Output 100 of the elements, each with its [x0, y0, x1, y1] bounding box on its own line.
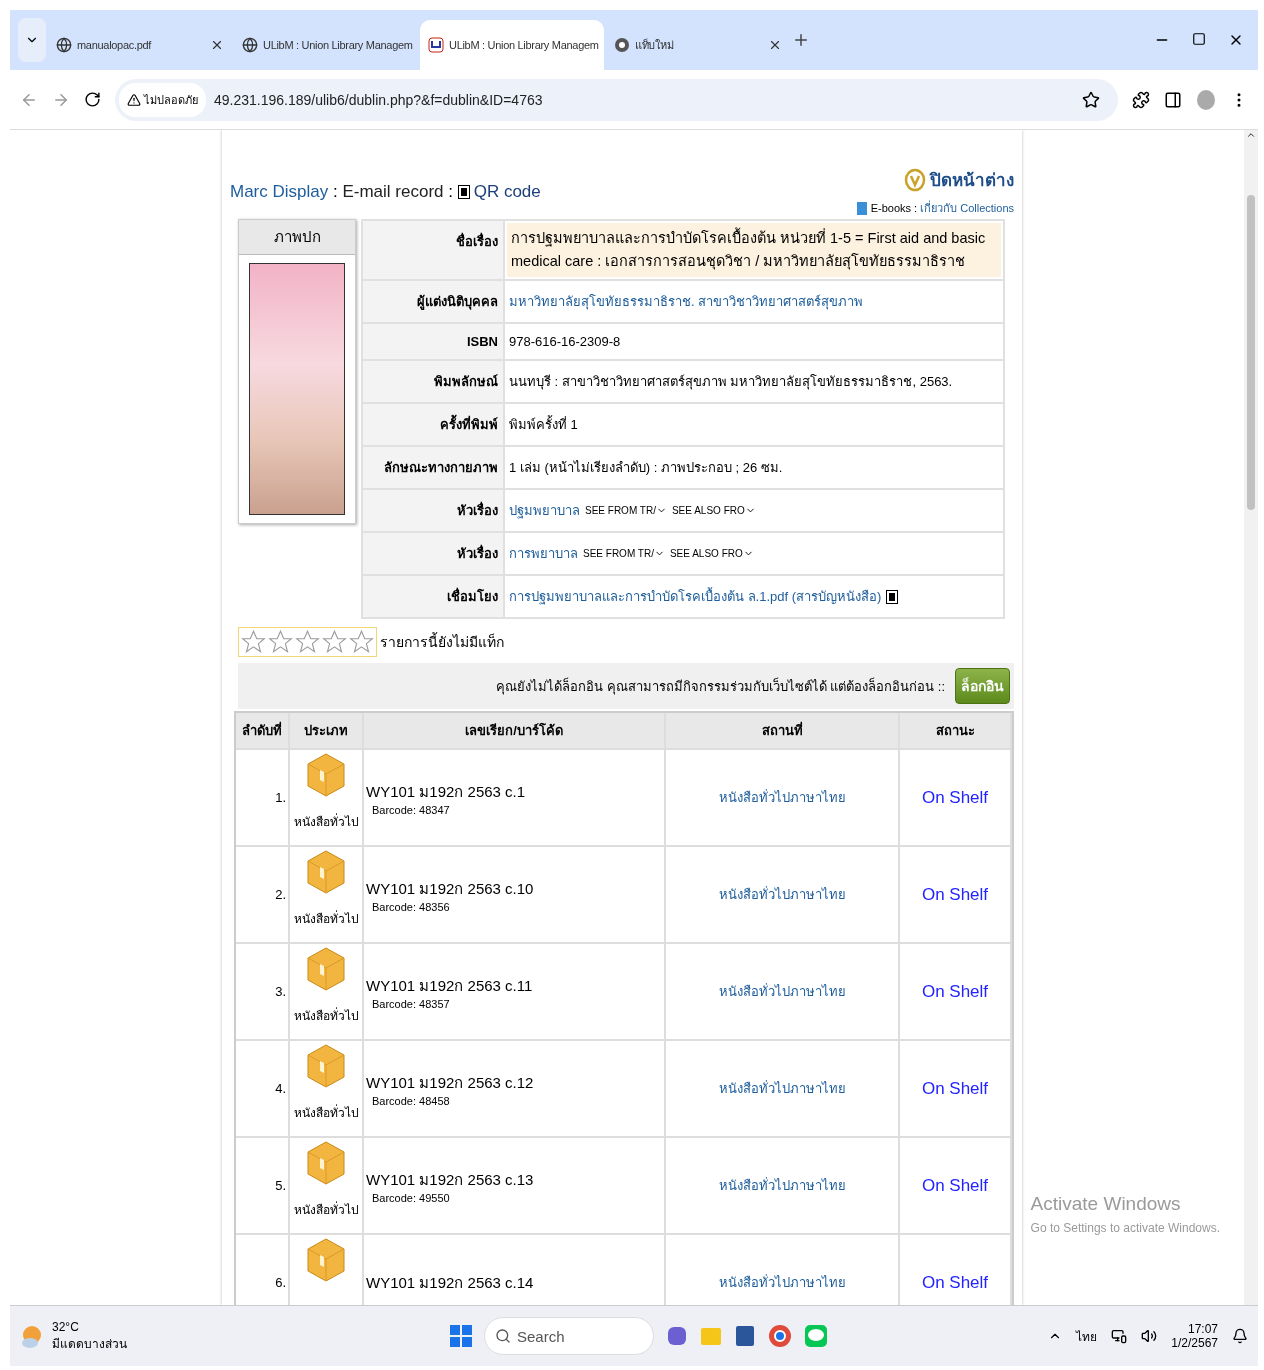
network-icon[interactable] — [1111, 1328, 1128, 1344]
security-chip[interactable]: ไม่ปลอดภัย — [119, 82, 206, 117]
separator-text: : — [447, 181, 454, 202]
call-number: WY101 ม192ก 2563 c.1 — [366, 781, 526, 802]
type-label: หนังสือทั่วไป — [293, 1200, 359, 1220]
status-link[interactable]: On Shelf — [921, 1078, 989, 1099]
star-icon — [321, 629, 348, 656]
package-box-icon — [306, 1140, 346, 1187]
location-link[interactable]: หนังสือทั่วไปภาษาไทย — [718, 1175, 846, 1197]
scrollbar[interactable] — [1244, 130, 1258, 1305]
column-header: ลำดับที่ — [236, 713, 288, 749]
call-number: WY101 ม192ก 2563 c.12 — [366, 1072, 534, 1093]
field-value: 978-616-16-2309-8 — [505, 324, 1003, 360]
qr-code-link[interactable]: QR code — [457, 181, 541, 202]
taskbar-search[interactable]: Search — [484, 1317, 654, 1355]
status-link[interactable]: On Shelf — [921, 1175, 989, 1196]
chat-app-icon[interactable] — [666, 1324, 688, 1348]
browser-tab[interactable]: แท็บใหม่ — [606, 20, 790, 70]
login-message: คุณยังไม่ได้ล็อกอิน คุณสามารถมีกิจกรรมร่วมกับเว็บไซต์ได้ แต่ต้องล็อกอินก่อน :: — [495, 676, 945, 697]
see-also-dropdown[interactable]: SEE ALSO FRO — [671, 505, 756, 517]
globe-icon — [242, 37, 258, 53]
field-label: ครั้งที่พิมพ์ — [363, 404, 503, 446]
notification-icon[interactable] — [1232, 1328, 1248, 1344]
table-cell: 1. — [236, 750, 288, 846]
browser-app-icon[interactable] — [768, 1324, 792, 1348]
field-value: นนทบุรี : สาขาวิชาวิทยาศาสตร์สุขภาพ มหาวิทยาลัยสุโขทัยธรรมาธิราช, 2563. — [505, 361, 1003, 403]
new-tab-button[interactable] — [792, 31, 810, 49]
collections-link[interactable]: เกี่ยวกับ Collections — [920, 199, 1014, 217]
reload-icon[interactable] — [84, 91, 101, 108]
address-bar[interactable]: ไม่ปลอดภัย 49.231.196.189/ulib6/dublin.php?&f=dublin&ID=4763 — [115, 78, 1118, 121]
search-icon — [495, 1328, 511, 1344]
field-label: ชื่อเรื่อง — [363, 221, 503, 280]
separator-text: : — [331, 181, 339, 202]
type-label: หนังสือทั่วไป — [293, 812, 359, 832]
book-icon — [855, 200, 868, 216]
marc-display-link[interactable]: Marc Display — [230, 181, 329, 202]
title-value: การปฐมพยาบาลและการบำบัดโรคเบื้องต้น หน่วยที่ 1-5 = First aid and basic medical care : เอกสารการสอนชุดวิชา / มหาวิทยาลัยสุโขทัยธรรมาธิราช — [507, 223, 1001, 278]
email-record-link[interactable]: E-mail record — [342, 181, 444, 202]
scrollbar-thumb[interactable] — [1247, 195, 1255, 510]
see-from-dropdown[interactable]: SEE FROM TR/ — [585, 505, 667, 517]
browser-tab[interactable]: manualopac.pdf — [48, 20, 232, 70]
close-icon[interactable] — [210, 38, 224, 52]
star-icon — [348, 629, 375, 656]
star-icon — [294, 629, 321, 656]
tag-note: รายการนี้ยังไม่มีแท็ก — [380, 631, 504, 653]
subject-link[interactable]: ปฐมพยาบาล — [509, 500, 580, 522]
location-link[interactable]: หนังสือทั่วไปภาษาไทย — [718, 787, 846, 809]
type-label: หนังสือทั่วไป — [293, 1006, 359, 1026]
status-link[interactable]: On Shelf — [921, 787, 989, 808]
start-icon[interactable] — [450, 1325, 472, 1347]
table-cell: 4. — [236, 1041, 288, 1137]
see-also-dropdown[interactable]: SEE ALSO FRO — [669, 548, 754, 560]
qr-code-icon — [886, 589, 899, 604]
type-label: หนังสือทั่วไป — [293, 909, 359, 929]
side-panel-icon[interactable] — [1164, 90, 1182, 109]
star-rating[interactable] — [238, 627, 377, 658]
subject-link[interactable]: การพยาบาล — [509, 543, 578, 565]
column-header: ประเภท — [290, 713, 362, 749]
close-window-link[interactable]: ปิดหน้าต่าง — [904, 166, 1014, 193]
location-link[interactable]: หนังสือทั่วไปภาษาไทย — [718, 981, 846, 1003]
qr-code-icon — [457, 184, 470, 199]
table-cell: 2. — [236, 847, 288, 943]
clock[interactable]: 17:07 1/2/2567 — [1171, 1322, 1218, 1350]
bookmark-star-icon[interactable] — [1082, 90, 1100, 109]
volume-icon[interactable] — [1141, 1328, 1158, 1344]
activation-hint: Go to Settings to activate Windows. — [1030, 1221, 1220, 1235]
browser-tab[interactable]: ULibM : Union Library Managem — [420, 20, 604, 70]
location-link[interactable]: หนังสือทั่วไปภาษาไทย — [718, 1272, 846, 1294]
package-box-icon — [306, 849, 346, 896]
call-number: WY101 ม192ก 2563 c.14 — [366, 1272, 534, 1293]
status-link[interactable]: On Shelf — [921, 884, 989, 905]
barcode-text: Barcode: 48458 — [372, 1094, 450, 1107]
package-box-icon — [306, 1237, 346, 1284]
table-cell: 5. — [236, 1138, 288, 1234]
column-header: เลขเรียก/บาร์โค้ด — [364, 713, 664, 749]
field-label: ISBN — [363, 324, 503, 360]
restore-icon[interactable] — [1192, 32, 1206, 46]
browser-logo-icon — [614, 37, 630, 53]
close-icon[interactable] — [768, 38, 782, 52]
extensions-icon[interactable] — [1132, 90, 1150, 109]
table-cell: 6. — [236, 1235, 288, 1305]
location-link[interactable]: หนังสือทั่วไปภาษาไทย — [718, 1078, 846, 1100]
status-link[interactable]: On Shelf — [921, 981, 989, 1002]
field-value: พิมพ์ครั้งที่ 1 — [505, 404, 1003, 446]
star-icon — [240, 629, 267, 656]
globe-icon — [56, 37, 72, 53]
status-link[interactable]: On Shelf — [921, 1272, 989, 1293]
see-from-dropdown[interactable]: SEE FROM TR/ — [583, 548, 665, 560]
weather-widget[interactable]: 32°C มีแดดบางส่วน — [20, 1319, 127, 1353]
browser-tab[interactable]: ULibM : Union Library Managem — [234, 20, 418, 70]
barcode-text: Barcode: 48357 — [372, 997, 450, 1010]
document-app-icon[interactable] — [734, 1324, 756, 1348]
location-link[interactable]: หนังสือทั่วไปภาษาไทย — [718, 884, 846, 906]
language-indicator[interactable]: ไทย — [1076, 1326, 1098, 1346]
field-label: เชื่อมโยง — [363, 576, 503, 618]
package-box-icon — [306, 1043, 346, 1090]
ebooks-label: E-books : — [870, 202, 918, 214]
package-box-icon — [306, 946, 346, 993]
column-header: สถานที่ — [666, 713, 898, 749]
field-label: พิมพลักษณ์ — [363, 361, 503, 403]
